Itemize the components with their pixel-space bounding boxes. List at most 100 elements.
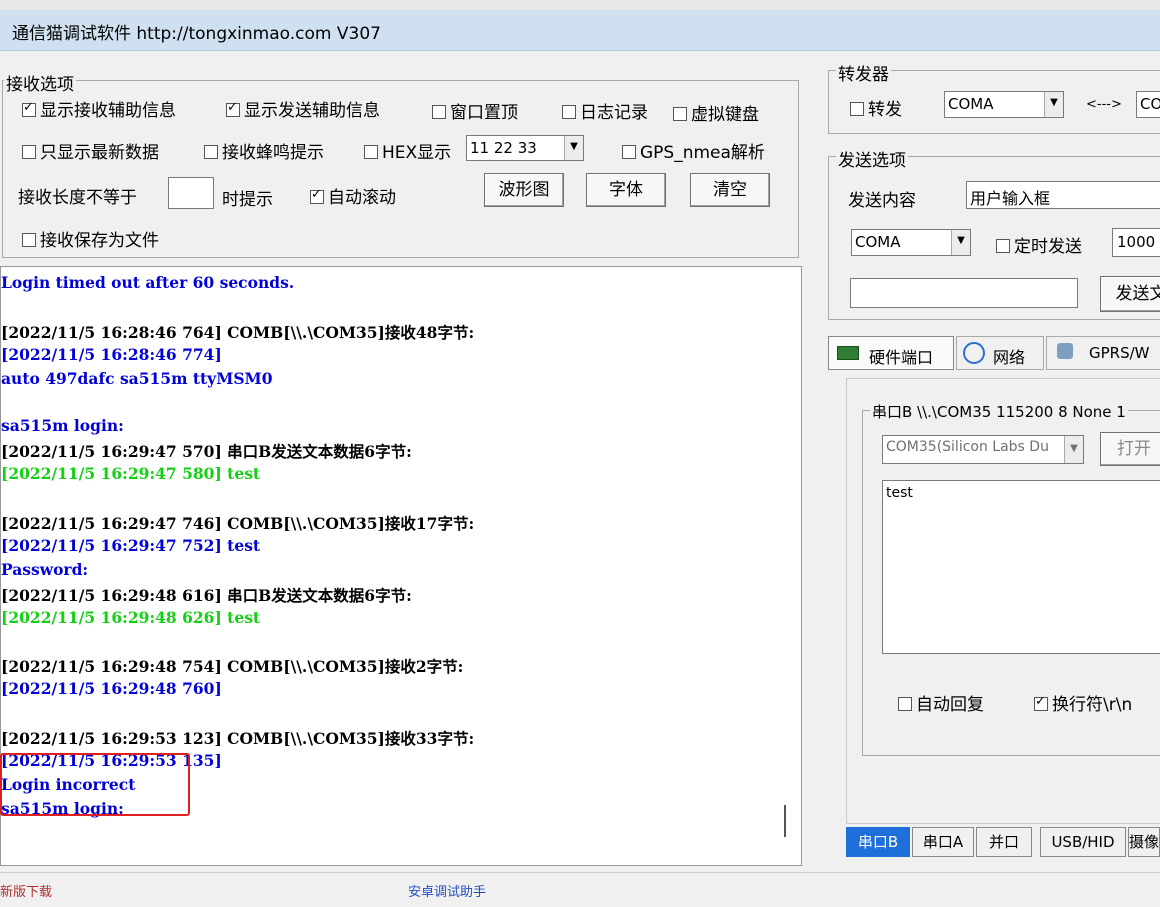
bottom-tab-parallel[interactable]: 并口 (976, 827, 1032, 857)
interval-value: 1000 (1117, 233, 1156, 251)
log-line: [2022/11/5 16:28:46 774] (1, 344, 222, 364)
chevron-down-icon: ▼ (1044, 92, 1063, 117)
forward-port-a: COMA (948, 95, 994, 113)
checkbox-icon (432, 105, 446, 119)
log-line: [2022/11/5 16:29:53 123] COMB[\\.\COM35]… (1, 729, 475, 749)
window-title: 通信猫调试软件 http://tongxinmao.com V307 (12, 24, 381, 44)
android-helper-link[interactable]: 安卓调试助手 (408, 881, 486, 900)
forward-port-b-select[interactable]: CO (1136, 91, 1160, 118)
checkbox-icon (22, 145, 36, 159)
serial-device-value: COM35(Silicon Labs Du (886, 439, 1049, 455)
hex-value-select[interactable]: 11 22 33 ▼ (466, 135, 584, 161)
send-content-select[interactable]: 用户输入框 (966, 181, 1160, 209)
send-options-legend: 发送选项 (836, 146, 908, 171)
waveform-button[interactable]: 波形图 (484, 173, 564, 207)
highlight-box (0, 753, 190, 816)
checkbox-icon (310, 187, 324, 204)
receive-options-legend: 接收选项 (4, 70, 76, 95)
interval-input[interactable]: 1000 (1112, 228, 1160, 257)
tab-hardware-label: 硬件端口 (869, 348, 934, 367)
bottom-tab-usb-hid[interactable]: USB/HID (1040, 827, 1126, 857)
checkbox-icon (673, 107, 687, 121)
tab-gprs[interactable]: GPRS/W (1046, 336, 1160, 370)
log-line: sa515m login: (1, 416, 124, 436)
checkbox-icon (1034, 694, 1048, 711)
length-input[interactable] (168, 177, 214, 209)
serial-textarea[interactable]: test (882, 480, 1160, 654)
forward-arrow: <---> (1086, 97, 1122, 112)
send-port-select[interactable]: COMA ▼ (851, 229, 971, 256)
top-strip (0, 0, 1160, 10)
log-line: [2022/11/5 16:29:47 752] test (1, 535, 261, 555)
checkbox-icon (204, 145, 218, 159)
log-line: [2022/11/5 16:29:47 570] 串口B发送文本数据6字节: (1, 442, 412, 462)
checkbox-icon (22, 233, 36, 247)
log-line: Password: (1, 559, 89, 579)
checkbox-icon (898, 697, 912, 711)
send-content-label: 发送内容 (848, 191, 916, 211)
show-recv-info-checkbox[interactable]: 显示接收辅助信息 (22, 96, 176, 121)
clear-button[interactable]: 清空 (690, 173, 770, 207)
timed-send-checkbox[interactable]: 定时发送 (996, 232, 1082, 257)
checkbox-icon (562, 105, 576, 119)
send-button[interactable]: 发送文 (1100, 276, 1160, 312)
recv-beep-checkbox[interactable]: 接收蜂鸣提示 (204, 138, 324, 163)
hex-display-checkbox[interactable]: HEX显示 (364, 138, 451, 163)
forward-port-b: CO (1140, 95, 1160, 113)
log-line: [2022/11/5 16:29:48 754] COMB[\\.\COM35]… (1, 657, 464, 677)
serial-device-select[interactable]: COM35(Silicon Labs Du ▼ (882, 435, 1084, 464)
send-text-input[interactable] (850, 278, 1078, 308)
log-line: [2022/11/5 16:28:46 764] COMB[\\.\COM35]… (1, 322, 475, 342)
newline-checkbox[interactable]: 换行符\r\n (1034, 690, 1132, 715)
checkbox-icon (850, 102, 864, 116)
bottom-tab-serial-a[interactable]: 串口A (912, 827, 974, 857)
log-line: [2022/11/5 16:29:48 616] 串口B发送文本数据6字节: (1, 585, 412, 605)
font-button[interactable]: 字体 (586, 173, 666, 207)
log-line: [2022/11/5 16:29:48 626] test (1, 607, 261, 627)
checkbox-icon (622, 145, 636, 159)
serial-legend: 串口B \\.\COM35 115200 8 None 1 (870, 401, 1128, 422)
send-content-value: 用户输入框 (970, 189, 1051, 208)
chevron-down-icon: ▼ (1064, 436, 1083, 463)
hex-value: 11 22 33 (470, 139, 537, 157)
network-icon (963, 342, 985, 364)
title-bar: 通信猫调试软件 http://tongxinmao.com V307 (0, 10, 1160, 51)
tab-gprs-label: GPRS/W (1089, 344, 1150, 362)
checkbox-icon (226, 100, 240, 117)
auto-reply-checkbox[interactable]: 自动回复 (898, 690, 984, 715)
length-prefix-label: 接收长度不等于 (18, 188, 137, 208)
hardware-icon (837, 346, 859, 360)
virtual-keyboard-checkbox[interactable]: 虚拟键盘 (673, 100, 759, 125)
forwarder-legend: 转发器 (836, 60, 891, 85)
chevron-down-icon: ▼ (564, 136, 583, 160)
checkbox-icon (22, 100, 36, 117)
tab-network-label: 网络 (993, 348, 1026, 367)
bottom-tab-serial-b[interactable]: 串口B (846, 827, 910, 857)
forward-checkbox[interactable]: 转发 (850, 95, 902, 120)
log-line: [2022/11/5 16:29:47 746] COMB[\\.\COM35]… (1, 514, 475, 533)
show-send-info-checkbox[interactable]: 显示发送辅助信息 (226, 96, 380, 121)
send-port-value: COMA (855, 233, 901, 251)
bottom-tab-camera[interactable]: 摄像 (1128, 827, 1160, 857)
save-to-file-checkbox[interactable]: 接收保存为文件 (22, 226, 159, 251)
window-top-checkbox[interactable]: 窗口置顶 (432, 98, 518, 123)
auto-scroll-checkbox[interactable]: 自动滚动 (310, 183, 396, 208)
checkbox-icon (996, 239, 1010, 253)
length-suffix-label: 时提示 (222, 190, 273, 210)
scrollbar-thumb[interactable] (784, 805, 786, 837)
log-line: auto 497dafc sa515m ttyMSM0 (1, 368, 273, 388)
serial-text: test (886, 485, 913, 501)
download-link[interactable]: 新版下载 (0, 881, 52, 900)
status-bar: 新版下载 安卓调试助手 (0, 872, 1160, 907)
tab-network[interactable]: 网络 (956, 336, 1044, 370)
gps-parse-checkbox[interactable]: GPS_nmea解析 (622, 138, 765, 163)
log-line: [2022/11/5 16:29:47 580] test (1, 464, 261, 484)
forward-port-a-select[interactable]: COMA ▼ (944, 91, 1064, 118)
log-line: [2022/11/5 16:29:48 760] (1, 679, 222, 699)
show-latest-checkbox[interactable]: 只显示最新数据 (22, 138, 159, 163)
open-button[interactable]: 打开 (1100, 432, 1160, 466)
tab-hardware[interactable]: 硬件端口 (828, 336, 954, 370)
chevron-down-icon: ▼ (951, 230, 970, 255)
checkbox-icon (364, 145, 378, 159)
log-record-checkbox[interactable]: 日志记录 (562, 98, 648, 123)
